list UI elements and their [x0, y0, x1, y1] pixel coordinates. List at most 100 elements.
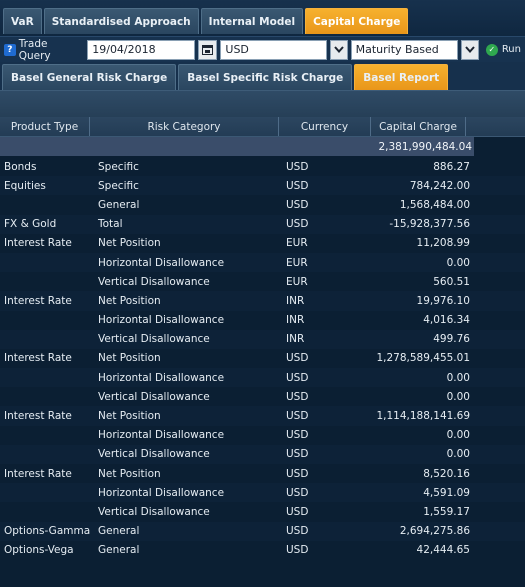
- run-button[interactable]: ✓ Run: [485, 43, 521, 56]
- header-filler: [466, 117, 525, 136]
- cell-product-type: Bonds: [4, 160, 37, 173]
- table-row[interactable]: Interest Rate Net Position USD 1,114,188,14…: [0, 406, 525, 426]
- table-header: Product Type Risk Category Currency Capi…: [0, 117, 525, 137]
- cell-currency: USD: [286, 198, 309, 211]
- cell-capital-charge: 11,208.99: [416, 237, 470, 250]
- cell-risk-category: Net Position: [98, 467, 161, 480]
- help-icon[interactable]: ?: [4, 43, 16, 56]
- cell-capital-charge: 0.00: [446, 256, 470, 269]
- tab-basel-report[interactable]: Basel Report: [354, 64, 449, 90]
- cell-product-type: Interest Rate: [4, 237, 72, 250]
- table-row[interactable]: Horizontal Disallowance USD 0.00: [0, 368, 525, 388]
- cell-capital-charge: -15,928,377.56: [389, 218, 470, 231]
- cell-currency: USD: [286, 218, 309, 231]
- table-row[interactable]: Bonds Specific USD 886.27: [0, 157, 525, 177]
- cell-currency: USD: [286, 352, 309, 365]
- cell-capital-charge: 8,520.16: [423, 467, 470, 480]
- cell-currency: USD: [286, 505, 309, 518]
- cell-capital-charge: 42,444.65: [416, 544, 470, 557]
- table-row[interactable]: Horizontal Disallowance EUR 0.00: [0, 252, 525, 273]
- table-row[interactable]: Horizontal Disallowance INR 4,016.34: [0, 310, 525, 330]
- header-product-type[interactable]: Product Type: [0, 117, 90, 136]
- tab-basel-general-risk-charge[interactable]: Basel General Risk Charge: [2, 64, 177, 90]
- cell-currency: INR: [286, 294, 305, 307]
- cell-currency: USD: [286, 486, 309, 499]
- table-row[interactable]: Vertical Disallowance USD 0.00: [0, 444, 525, 464]
- table-row[interactable]: Horizontal Disallowance USD 4,591.09: [0, 483, 525, 503]
- table-row[interactable]: Options-Vega General USD 42,444.65: [0, 540, 525, 560]
- cell-capital-charge: 1,559.17: [423, 505, 470, 518]
- header-currency[interactable]: Currency: [279, 117, 371, 136]
- date-field[interactable]: 19/04/2018: [87, 39, 195, 60]
- check-icon: ✓: [485, 43, 498, 56]
- table-row[interactable]: Interest Rate Net Position EUR 11,208.99: [0, 233, 525, 253]
- table-row[interactable]: General USD 1,568,484.00: [0, 195, 525, 215]
- chevron-down-icon[interactable]: [461, 39, 479, 60]
- currency-select[interactable]: USD: [220, 39, 327, 60]
- cell-capital-charge: 784,242.00: [409, 179, 470, 192]
- tab-capital-charge[interactable]: Capital Charge: [305, 8, 409, 34]
- run-label: Run: [501, 44, 521, 55]
- table-row[interactable]: Vertical Disallowance USD 0.00: [0, 387, 525, 407]
- tab-standardised-approach[interactable]: Standardised Approach: [43, 8, 199, 34]
- cell-capital-charge: 560.51: [433, 275, 470, 288]
- table-row[interactable]: Interest Rate Net Position INR 19,976.10: [0, 291, 525, 311]
- cell-product-type: Options-Vega: [4, 544, 74, 557]
- cell-capital-charge: 0.00: [446, 371, 470, 384]
- tab-var[interactable]: VaR: [3, 8, 42, 34]
- group-by-strip: [0, 90, 525, 117]
- cell-risk-category: Net Position: [98, 294, 161, 307]
- cell-risk-category: General: [98, 525, 140, 538]
- cell-risk-category: Vertical Disallowance: [98, 505, 210, 518]
- cell-risk-category: General: [98, 198, 140, 211]
- cell-risk-category: Vertical Disallowance: [98, 275, 210, 288]
- cell-capital-charge: 886.27: [433, 160, 470, 173]
- tab-basel-specific-risk-charge[interactable]: Basel Specific Risk Charge: [178, 64, 353, 90]
- cell-currency: INR: [286, 333, 305, 346]
- cell-risk-category: Net Position: [98, 237, 161, 250]
- cell-capital-charge: 0.00: [446, 390, 470, 403]
- table-row[interactable]: Interest Rate Net Position USD 8,520.16: [0, 464, 525, 484]
- cell-risk-category: Vertical Disallowance: [98, 333, 210, 346]
- table-row[interactable]: Options-Gamma General USD 2,694,275.86: [0, 521, 525, 541]
- cell-risk-category: Specific: [98, 179, 139, 192]
- chevron-down-icon[interactable]: [329, 39, 348, 60]
- cell-currency: USD: [286, 410, 309, 423]
- cell-risk-category: Horizontal Disallowance: [98, 429, 225, 442]
- cell-product-type: FX & Gold: [4, 218, 57, 231]
- table-row[interactable]: Vertical Disallowance INR 499.76: [0, 329, 525, 349]
- header-capital-charge[interactable]: Capital Charge: [371, 117, 466, 136]
- mode-select[interactable]: Maturity Based: [350, 39, 459, 60]
- cell-risk-category: Horizontal Disallowance: [98, 256, 225, 269]
- cell-product-type: Interest Rate: [4, 352, 72, 365]
- table-row[interactable]: Equities Specific USD 784,242.00: [0, 176, 525, 196]
- cell-currency: USD: [286, 371, 309, 384]
- cell-capital-charge: 4,016.34: [423, 314, 470, 327]
- cell-product-type: Interest Rate: [4, 467, 72, 480]
- cell-capital-charge: 499.76: [433, 333, 470, 346]
- table-row[interactable]: FX & Gold Total USD -15,928,377.56: [0, 214, 525, 234]
- cell-capital-charge: 2,694,275.86: [399, 525, 470, 538]
- table-row[interactable]: Vertical Disallowance EUR 560.51: [0, 272, 525, 292]
- total-capital-charge: 2,381,990,484.04: [371, 137, 474, 156]
- capital-charge-table: Product Type Risk Category Currency Capi…: [0, 117, 525, 560]
- cell-product-type: Equities: [4, 179, 46, 192]
- cell-risk-category: Horizontal Disallowance: [98, 486, 225, 499]
- cell-capital-charge: 19,976.10: [416, 294, 470, 307]
- cell-capital-charge: 1,568,484.00: [399, 198, 470, 211]
- table-row[interactable]: Interest Rate Net Position USD 1,278,589,45…: [0, 348, 525, 369]
- cell-risk-category: Vertical Disallowance: [98, 390, 210, 403]
- table-row[interactable]: Vertical Disallowance USD 1,559.17: [0, 502, 525, 522]
- cell-product-type: Interest Rate: [4, 410, 72, 423]
- table-row[interactable]: Horizontal Disallowance USD 0.00: [0, 425, 525, 445]
- cell-risk-category: Specific: [98, 160, 139, 173]
- cell-risk-category: General: [98, 544, 140, 557]
- cell-capital-charge: 4,591.09: [423, 486, 470, 499]
- cell-currency: USD: [286, 429, 309, 442]
- cell-risk-category: Horizontal Disallowance: [98, 314, 225, 327]
- calendar-icon[interactable]: [197, 39, 218, 60]
- trade-query-label[interactable]: Trade Query: [19, 38, 82, 62]
- total-row: 2,381,990,484.04: [0, 137, 525, 156]
- header-risk-category[interactable]: Risk Category: [90, 117, 279, 136]
- tab-internal-model[interactable]: Internal Model: [200, 8, 304, 34]
